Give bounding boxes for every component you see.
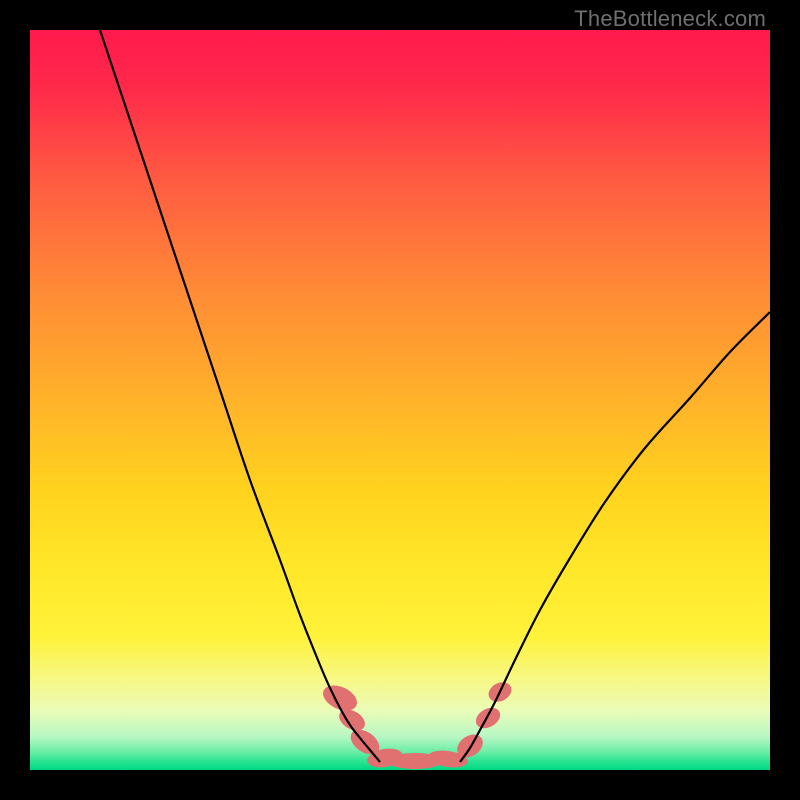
blob-marker bbox=[472, 704, 504, 733]
plot-area bbox=[30, 30, 770, 770]
curves-layer bbox=[30, 30, 770, 770]
chart-frame: TheBottleneck.com bbox=[0, 0, 800, 800]
blob-marker bbox=[319, 680, 361, 715]
left-curve bbox=[100, 30, 380, 762]
watermark-text: TheBottleneck.com bbox=[574, 6, 766, 32]
